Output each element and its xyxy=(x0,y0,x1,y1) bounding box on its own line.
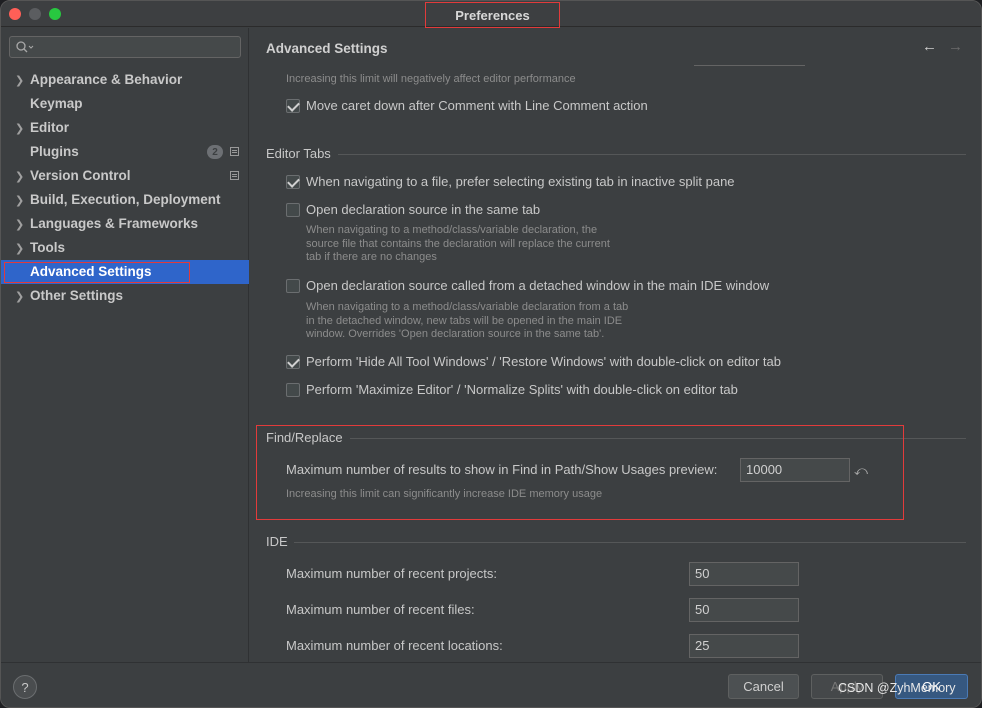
preferences-window: Preferences ❯ Appearance & Behavior Keym… xyxy=(0,0,982,708)
sidebar-item-editor[interactable]: ❯ Editor xyxy=(1,116,249,140)
search-input[interactable] xyxy=(9,36,241,58)
maximize-editor-option[interactable]: Perform 'Maximize Editor' / 'Normalize S… xyxy=(286,382,738,397)
prefer-existing-tab-checkbox[interactable] xyxy=(286,174,300,189)
close-window-button[interactable] xyxy=(9,8,21,20)
open-declaration-detached-checkbox[interactable] xyxy=(286,278,300,293)
sidebar-item-build-execution-deployment[interactable]: ❯ Build, Execution, Deployment xyxy=(1,188,249,212)
maximize-window-button[interactable] xyxy=(49,8,61,20)
sidebar-item-tools[interactable]: ❯ Tools xyxy=(1,236,249,260)
sidebar-item-languages-frameworks[interactable]: ❯ Languages & Frameworks xyxy=(1,212,249,236)
hide-all-tool-windows-checkbox[interactable] xyxy=(286,354,300,369)
open-declaration-same-tab-checkbox[interactable] xyxy=(286,202,300,217)
chevron-right-icon: ❯ xyxy=(15,75,25,87)
recent-files-label: Maximum number of recent files: xyxy=(286,602,475,617)
window-title: Preferences xyxy=(425,2,560,28)
chevron-right-icon: ❯ xyxy=(15,243,25,255)
settings-sidebar: ❯ Appearance & Behavior Keymap ❯ Editor … xyxy=(1,28,249,662)
memory-usage-hint: Increasing this limit can significantly … xyxy=(286,488,603,500)
section-divider xyxy=(294,542,966,543)
chevron-right-icon: ❯ xyxy=(15,291,25,303)
prefer-existing-tab-option[interactable]: When navigating to a file, prefer select… xyxy=(286,174,735,189)
recent-files-input[interactable]: 50 xyxy=(689,598,799,622)
sidebar-item-version-control[interactable]: ❯ Version Control xyxy=(1,164,249,188)
watermark: CSDN @ZyhMemory xyxy=(838,681,956,695)
hide-all-tool-windows-option[interactable]: Perform 'Hide All Tool Windows' / 'Resto… xyxy=(286,354,781,369)
maximize-editor-checkbox[interactable] xyxy=(286,382,300,397)
arrow-right-icon[interactable]: → xyxy=(948,38,964,55)
recent-locations-input[interactable]: 25 xyxy=(689,634,799,658)
recent-projects-input[interactable]: 50 xyxy=(689,562,799,586)
settings-content-pane: Advanced Settings ← → Increasing this li… xyxy=(250,28,981,662)
option-hint: When navigating to a method/class/variab… xyxy=(306,224,610,263)
page-title: Advanced Settings xyxy=(266,41,388,56)
dialog-footer: ? Cancel Apply OK xyxy=(1,662,981,707)
editor-tabs-section: Editor Tabs xyxy=(266,146,966,161)
max-results-input[interactable]: 10000 xyxy=(740,458,850,482)
sidebar-item-plugins[interactable]: Plugins 2 xyxy=(1,140,249,164)
find-replace-section: Find/Replace xyxy=(266,430,966,445)
section-heading: Find/Replace xyxy=(266,430,343,445)
ide-section: IDE xyxy=(266,534,966,549)
section-divider xyxy=(338,154,966,155)
sidebar-item-appearance-behavior[interactable]: ❯ Appearance & Behavior xyxy=(1,68,249,92)
help-button[interactable]: ? xyxy=(13,675,37,699)
project-settings-icon xyxy=(230,171,239,180)
chevron-right-icon: ❯ xyxy=(15,195,25,207)
search-icon xyxy=(16,41,34,53)
section-heading: IDE xyxy=(266,534,288,549)
reset-icon[interactable]: ⤺ xyxy=(854,463,868,478)
option-hint: When navigating to a method/class/variab… xyxy=(306,301,629,340)
minimize-window-button[interactable] xyxy=(29,8,41,20)
arrow-left-icon[interactable]: ← xyxy=(922,38,938,55)
chevron-right-icon: ❯ xyxy=(15,123,25,135)
open-declaration-detached-option[interactable]: Open declaration source called from a de… xyxy=(286,278,769,293)
sidebar-item-keymap[interactable]: Keymap xyxy=(1,92,249,116)
project-settings-icon xyxy=(230,147,239,156)
title-bar: Preferences xyxy=(1,1,981,28)
section-heading: Editor Tabs xyxy=(266,146,331,161)
move-caret-option[interactable]: Move caret down after Comment with Line … xyxy=(286,98,648,113)
recent-locations-label: Maximum number of recent locations: xyxy=(286,638,503,653)
max-results-label: Maximum number of results to show in Fin… xyxy=(286,462,718,477)
performance-hint: Increasing this limit will negatively af… xyxy=(286,73,576,85)
open-declaration-same-tab-option[interactable]: Open declaration source in the same tab xyxy=(286,202,540,217)
chevron-right-icon: ❯ xyxy=(15,171,25,183)
move-caret-checkbox[interactable] xyxy=(286,98,300,113)
sidebar-item-advanced-settings[interactable]: Advanced Settings xyxy=(1,260,249,284)
field-border-partial xyxy=(694,65,805,66)
recent-projects-label: Maximum number of recent projects: xyxy=(286,566,497,581)
sidebar-item-other-settings[interactable]: ❯ Other Settings xyxy=(1,284,249,308)
chevron-right-icon: ❯ xyxy=(15,219,25,231)
section-divider xyxy=(350,438,966,439)
cancel-button[interactable]: Cancel xyxy=(728,674,799,699)
plugins-count-badge: 2 xyxy=(207,145,223,159)
